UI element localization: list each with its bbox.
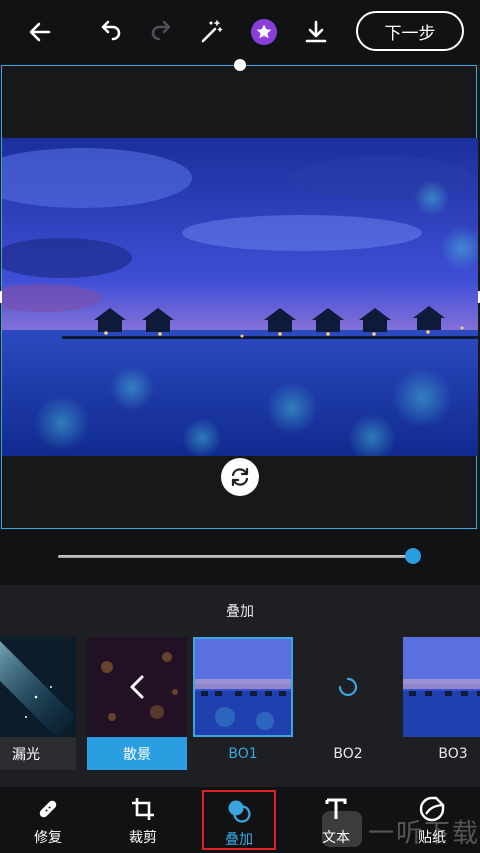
overlay-item-label: BO2 [333, 745, 363, 762]
overlay-panel: 叠加 漏光 散景 BO1 BO2 BO3 [0, 585, 480, 787]
bandage-icon [8, 795, 88, 823]
download-icon[interactable] [298, 14, 334, 50]
slider-thumb[interactable] [404, 548, 421, 564]
crop-icon [103, 795, 183, 823]
redo-icon[interactable] [144, 14, 180, 50]
slider-track[interactable] [58, 555, 420, 558]
overlay-item-bo3[interactable]: BO3 [403, 637, 480, 769]
overlay-icon [204, 797, 274, 825]
overlay-item-label: BO1 [228, 745, 258, 762]
image-editor-canvas[interactable] [0, 59, 480, 530]
watermark-logo-icon [322, 811, 362, 847]
loading-spinner-icon [337, 676, 359, 702]
bottom-tool-bar: 修复 裁剪 叠加 文本 贴纸 一听下载 [0, 787, 480, 853]
overlay-item-label: 漏光 [0, 737, 76, 770]
nav-item-label: 叠加 [225, 832, 253, 848]
chevron-left-icon[interactable] [125, 673, 149, 705]
undo-icon[interactable] [92, 14, 128, 50]
next-step-label: 下一步 [384, 23, 436, 44]
overlay-item-label: 散景 [87, 737, 187, 770]
watermark-text: 一听下载 [368, 819, 480, 849]
nav-item-label: 修复 [34, 830, 62, 846]
top-toolbar: 下一步 [0, 0, 480, 64]
rotate-icon[interactable] [221, 458, 259, 496]
overlay-item-bo1[interactable]: BO1 [193, 637, 293, 769]
star-badge-icon[interactable] [246, 14, 282, 50]
overlay-item-bo2[interactable]: BO2 [298, 637, 398, 769]
back-arrow-icon[interactable] [22, 14, 58, 50]
overlay-item-bokeh[interactable]: 散景 [87, 637, 187, 770]
next-step-button[interactable]: 下一步 [356, 11, 464, 51]
panel-title: 叠加 [226, 604, 254, 620]
nav-item-overlay[interactable]: 叠加 [202, 790, 276, 850]
nav-item-crop[interactable]: 裁剪 [103, 787, 183, 853]
nav-item-label: 裁剪 [129, 830, 157, 846]
overlay-item-leak-light[interactable]: 漏光 [0, 637, 76, 770]
magic-wand-icon[interactable] [193, 14, 229, 50]
nav-item-heal[interactable]: 修复 [8, 787, 88, 853]
edited-photo [2, 138, 478, 456]
overlay-item-label: BO3 [438, 745, 468, 762]
top-resize-handle[interactable] [234, 59, 246, 71]
opacity-slider[interactable] [0, 530, 480, 585]
